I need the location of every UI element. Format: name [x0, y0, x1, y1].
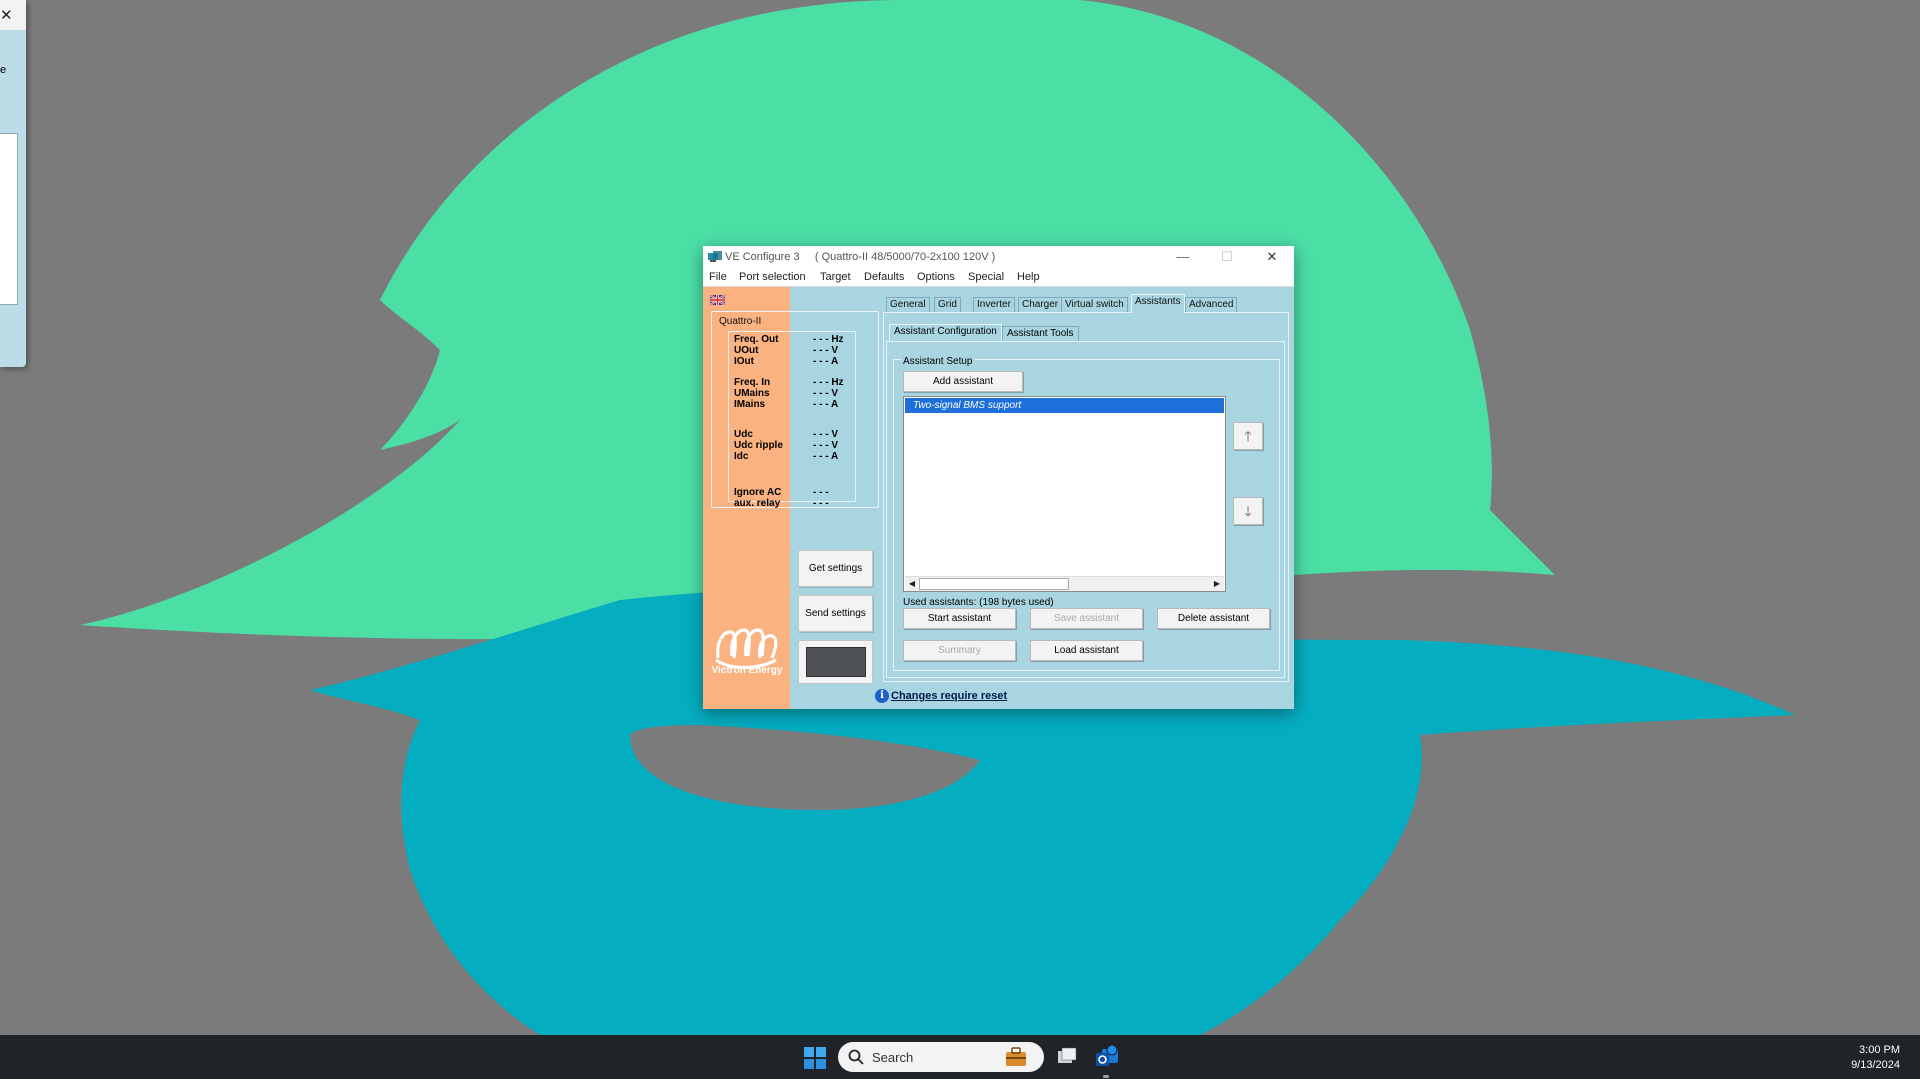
- reading-label: UMains: [734, 388, 770, 399]
- tab-virtual-switch[interactable]: Virtual switch: [1061, 297, 1128, 312]
- ve-configure-app-icon: [708, 251, 722, 262]
- reading-label: IOut: [734, 356, 754, 367]
- ve-configure-window: VE Configure 3 ( Quattro-II 48/5000/70-2…: [703, 246, 1294, 709]
- move-down-button[interactable]: 🡓: [1233, 497, 1263, 525]
- minimize-button[interactable]: —: [1161, 246, 1205, 268]
- menu-special[interactable]: Special: [968, 271, 1004, 283]
- changes-require-reset-link[interactable]: Changes require reset: [891, 690, 1007, 702]
- assistant-setup-label: Assistant Setup: [901, 356, 975, 367]
- reading-value: - - -: [813, 487, 829, 498]
- reading-value: - - - A: [813, 451, 839, 462]
- info-icon: i: [875, 689, 889, 703]
- taskbar-search-box[interactable]: Search: [838, 1042, 1044, 1072]
- maximize-button[interactable]: ☐: [1205, 246, 1249, 268]
- reading-value: - - - V: [813, 388, 838, 399]
- reading-label: UOut: [734, 345, 759, 356]
- start-assistant-button[interactable]: Start assistant: [903, 608, 1016, 629]
- reading-value: - - - A: [813, 399, 839, 410]
- victron-logo-icon: [715, 628, 778, 670]
- briefcase-icon: [1006, 1047, 1026, 1066]
- load-assistant-button[interactable]: Load assistant: [1030, 640, 1143, 661]
- menu-file[interactable]: File: [709, 271, 727, 283]
- menu-options[interactable]: Options: [917, 271, 955, 283]
- logo-text: Victron Energy: [711, 665, 783, 676]
- tab-assistants[interactable]: Assistants: [1131, 294, 1185, 313]
- reading-label: Idc: [734, 451, 749, 462]
- reading-label: Freq. In: [734, 377, 771, 388]
- background-window-text: e: [0, 64, 7, 76]
- reading-value: - - - V: [813, 429, 838, 440]
- subtab-assistant-configuration[interactable]: Assistant Configuration: [889, 324, 1002, 342]
- scroll-right-icon[interactable]: ▶: [1210, 577, 1224, 591]
- add-assistant-button[interactable]: Add assistant: [903, 371, 1023, 392]
- send-settings-button[interactable]: Send settings: [798, 595, 873, 632]
- tab-advanced[interactable]: Advanced: [1185, 297, 1238, 312]
- horizontal-scrollbar[interactable]: ◀ ▶: [905, 576, 1224, 591]
- summary-button[interactable]: Summary: [903, 640, 1016, 661]
- reading-value: - - -: [813, 498, 829, 509]
- close-icon[interactable]: ✕: [0, 6, 13, 24]
- menu-bar: File Port selection Target Defaults Opti…: [703, 268, 1294, 287]
- background-window-box: [0, 133, 18, 305]
- tab-charger[interactable]: Charger: [1018, 297, 1063, 312]
- tab-general[interactable]: General: [886, 297, 930, 312]
- scroll-thumb[interactable]: [919, 578, 1069, 590]
- device-image-button[interactable]: [798, 640, 873, 684]
- close-button[interactable]: ✕: [1250, 246, 1294, 268]
- reading-value: - - - A: [813, 356, 839, 367]
- used-assistants-text: Used assistants: (198 bytes used): [903, 597, 1054, 608]
- window-title: VE Configure 3 ( Quattro-II 48/5000/70-2…: [725, 251, 996, 263]
- background-window[interactable]: ✕ e: [0, 0, 26, 367]
- outlook-icon[interactable]: [1094, 1044, 1120, 1070]
- search-icon: [848, 1049, 864, 1065]
- clock-date: 9/13/2024: [1851, 1059, 1900, 1071]
- search-placeholder: Search: [872, 1050, 914, 1065]
- uk-flag-icon[interactable]: [710, 295, 725, 305]
- device-group-label: Quattro-II: [719, 316, 762, 327]
- move-up-button[interactable]: 🡑: [1233, 422, 1263, 450]
- clock-time: 3:00 PM: [1859, 1044, 1900, 1056]
- reading-label: Udc ripple: [734, 440, 783, 451]
- delete-assistant-button[interactable]: Delete assistant: [1157, 608, 1270, 629]
- menu-target[interactable]: Target: [820, 271, 851, 283]
- reading-value: - - - V: [813, 345, 838, 356]
- reading-label: Freq. Out: [734, 334, 779, 345]
- assistant-list[interactable]: Two-signal BMS support ◀ ▶: [903, 396, 1226, 592]
- menu-defaults[interactable]: Defaults: [864, 271, 904, 283]
- reading-value: - - - Hz: [813, 377, 844, 388]
- tab-inverter[interactable]: Inverter: [973, 297, 1015, 312]
- reading-value: - - - Hz: [813, 334, 844, 345]
- menu-help[interactable]: Help: [1017, 271, 1040, 283]
- menu-port-selection[interactable]: Port selection: [739, 271, 806, 283]
- list-item[interactable]: Two-signal BMS support: [905, 398, 1224, 413]
- windows-start-icon[interactable]: [804, 1047, 826, 1069]
- reading-label: Udc: [734, 429, 753, 440]
- background-window-titlebar[interactable]: ✕: [0, 0, 26, 30]
- window-titlebar[interactable]: VE Configure 3 ( Quattro-II 48/5000/70-2…: [703, 246, 1294, 268]
- taskbar: Search 3:00 PM 9/13/2024: [0, 1035, 1920, 1079]
- scroll-left-icon[interactable]: ◀: [905, 577, 919, 591]
- reading-label: IMains: [734, 399, 766, 410]
- tab-grid[interactable]: Grid: [934, 297, 961, 312]
- task-view-icon[interactable]: [1054, 1044, 1080, 1070]
- device-panel-picture: [806, 647, 866, 677]
- active-app-indicator: [1103, 1075, 1109, 1078]
- reading-label: Ignore AC: [734, 487, 782, 498]
- reading-value: - - - V: [813, 440, 838, 451]
- get-settings-button[interactable]: Get settings: [798, 550, 873, 587]
- subtab-assistant-tools[interactable]: Assistant Tools: [1002, 326, 1079, 341]
- system-clock[interactable]: 3:00 PM 9/13/2024: [1851, 1043, 1900, 1073]
- reading-label: aux. relay: [734, 498, 781, 509]
- save-assistant-button[interactable]: Save assistant: [1030, 608, 1143, 629]
